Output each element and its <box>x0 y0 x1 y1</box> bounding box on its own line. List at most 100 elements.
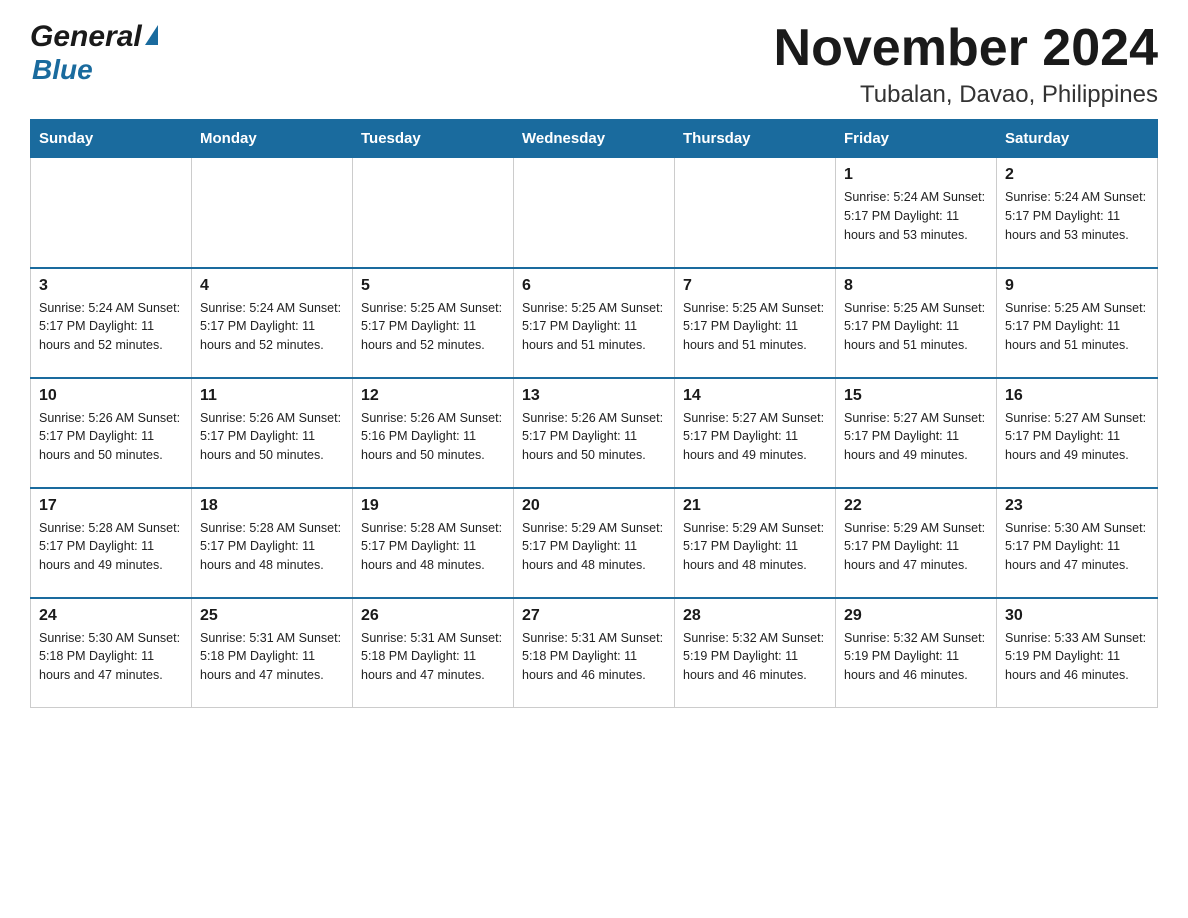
day-info: Sunrise: 5:31 AM Sunset: 5:18 PM Dayligh… <box>200 629 344 685</box>
calendar-day-cell: 17 Sunrise: 5:28 AM Sunset: 5:17 PM Dayli… <box>31 488 192 598</box>
calendar-day-cell: 30 Sunrise: 5:33 AM Sunset: 5:19 PM Dayli… <box>997 598 1158 708</box>
day-number: 26 <box>361 607 505 625</box>
title-section: November 2024 Tubalan, Davao, Philippine… <box>774 20 1158 109</box>
day-number: 15 <box>844 387 988 405</box>
calendar-day-cell <box>31 158 192 268</box>
day-number: 18 <box>200 497 344 515</box>
day-header-saturday: Saturday <box>997 120 1158 158</box>
calendar-day-cell <box>514 158 675 268</box>
day-header-friday: Friday <box>836 120 997 158</box>
day-info: Sunrise: 5:26 AM Sunset: 5:17 PM Dayligh… <box>522 409 666 465</box>
day-info: Sunrise: 5:25 AM Sunset: 5:17 PM Dayligh… <box>522 299 666 355</box>
calendar-day-cell: 29 Sunrise: 5:32 AM Sunset: 5:19 PM Dayli… <box>836 598 997 708</box>
day-header-thursday: Thursday <box>675 120 836 158</box>
calendar-day-cell: 18 Sunrise: 5:28 AM Sunset: 5:17 PM Dayli… <box>192 488 353 598</box>
calendar-day-cell: 3 Sunrise: 5:24 AM Sunset: 5:17 PM Daylig… <box>31 268 192 378</box>
calendar-day-cell: 11Sunrise: 5:26 AM Sunset: 5:17 PM Dayli… <box>192 378 353 488</box>
day-number: 19 <box>361 497 505 515</box>
day-info: Sunrise: 5:28 AM Sunset: 5:17 PM Dayligh… <box>200 519 344 575</box>
day-number: 25 <box>200 607 344 625</box>
calendar-header-row: SundayMondayTuesdayWednesdayThursdayFrid… <box>31 120 1158 158</box>
day-number: 24 <box>39 607 183 625</box>
calendar-day-cell: 26Sunrise: 5:31 AM Sunset: 5:18 PM Dayli… <box>353 598 514 708</box>
day-number: 6 <box>522 277 666 295</box>
calendar-week-row: 24 Sunrise: 5:30 AM Sunset: 5:18 PM Dayli… <box>31 598 1158 708</box>
day-header-wednesday: Wednesday <box>514 120 675 158</box>
calendar-day-cell <box>192 158 353 268</box>
calendar-day-cell <box>353 158 514 268</box>
day-number: 14 <box>683 387 827 405</box>
logo-general: General <box>30 20 142 54</box>
day-header-monday: Monday <box>192 120 353 158</box>
day-info: Sunrise: 5:28 AM Sunset: 5:17 PM Dayligh… <box>361 519 505 575</box>
calendar-day-cell: 13Sunrise: 5:26 AM Sunset: 5:17 PM Dayli… <box>514 378 675 488</box>
day-info: Sunrise: 5:31 AM Sunset: 5:18 PM Dayligh… <box>522 629 666 685</box>
day-number: 11 <box>200 387 344 405</box>
day-number: 10 <box>39 387 183 405</box>
calendar-day-cell: 19 Sunrise: 5:28 AM Sunset: 5:17 PM Dayli… <box>353 488 514 598</box>
calendar-day-cell: 21 Sunrise: 5:29 AM Sunset: 5:17 PM Dayli… <box>675 488 836 598</box>
day-info: Sunrise: 5:29 AM Sunset: 5:17 PM Dayligh… <box>683 519 827 575</box>
day-number: 17 <box>39 497 183 515</box>
calendar-day-cell: 24 Sunrise: 5:30 AM Sunset: 5:18 PM Dayli… <box>31 598 192 708</box>
calendar-day-cell: 4 Sunrise: 5:24 AM Sunset: 5:17 PM Daylig… <box>192 268 353 378</box>
day-number: 4 <box>200 277 344 295</box>
location-title: Tubalan, Davao, Philippines <box>774 81 1158 109</box>
day-number: 2 <box>1005 166 1149 184</box>
month-title: November 2024 <box>774 20 1158 77</box>
calendar-day-cell: 23 Sunrise: 5:30 AM Sunset: 5:17 PM Dayli… <box>997 488 1158 598</box>
day-info: Sunrise: 5:32 AM Sunset: 5:19 PM Dayligh… <box>844 629 988 685</box>
day-info: Sunrise: 5:24 AM Sunset: 5:17 PM Dayligh… <box>200 299 344 355</box>
day-number: 3 <box>39 277 183 295</box>
day-info: Sunrise: 5:27 AM Sunset: 5:17 PM Dayligh… <box>1005 409 1149 465</box>
day-info: Sunrise: 5:25 AM Sunset: 5:17 PM Dayligh… <box>683 299 827 355</box>
calendar-week-row: 3 Sunrise: 5:24 AM Sunset: 5:17 PM Daylig… <box>31 268 1158 378</box>
day-info: Sunrise: 5:27 AM Sunset: 5:17 PM Dayligh… <box>844 409 988 465</box>
day-number: 23 <box>1005 497 1149 515</box>
day-info: Sunrise: 5:25 AM Sunset: 5:17 PM Dayligh… <box>844 299 988 355</box>
calendar-day-cell: 14 Sunrise: 5:27 AM Sunset: 5:17 PM Dayli… <box>675 378 836 488</box>
logo-blue: Blue <box>32 54 158 86</box>
day-info: Sunrise: 5:32 AM Sunset: 5:19 PM Dayligh… <box>683 629 827 685</box>
day-number: 8 <box>844 277 988 295</box>
calendar-day-cell: 2Sunrise: 5:24 AM Sunset: 5:17 PM Daylig… <box>997 158 1158 268</box>
calendar-day-cell: 27 Sunrise: 5:31 AM Sunset: 5:18 PM Dayli… <box>514 598 675 708</box>
day-number: 21 <box>683 497 827 515</box>
day-info: Sunrise: 5:27 AM Sunset: 5:17 PM Dayligh… <box>683 409 827 465</box>
calendar-day-cell: 20Sunrise: 5:29 AM Sunset: 5:17 PM Dayli… <box>514 488 675 598</box>
calendar-day-cell: 22Sunrise: 5:29 AM Sunset: 5:17 PM Dayli… <box>836 488 997 598</box>
calendar-week-row: 1Sunrise: 5:24 AM Sunset: 5:17 PM Daylig… <box>31 158 1158 268</box>
day-info: Sunrise: 5:33 AM Sunset: 5:19 PM Dayligh… <box>1005 629 1149 685</box>
day-number: 29 <box>844 607 988 625</box>
day-number: 16 <box>1005 387 1149 405</box>
day-number: 22 <box>844 497 988 515</box>
calendar-day-cell: 1Sunrise: 5:24 AM Sunset: 5:17 PM Daylig… <box>836 158 997 268</box>
day-info: Sunrise: 5:24 AM Sunset: 5:17 PM Dayligh… <box>39 299 183 355</box>
calendar-day-cell: 28 Sunrise: 5:32 AM Sunset: 5:19 PM Dayli… <box>675 598 836 708</box>
day-number: 30 <box>1005 607 1149 625</box>
page-header: General Blue November 2024 Tubalan, Dava… <box>30 20 1158 109</box>
calendar-day-cell: 8 Sunrise: 5:25 AM Sunset: 5:17 PM Daylig… <box>836 268 997 378</box>
day-info: Sunrise: 5:28 AM Sunset: 5:17 PM Dayligh… <box>39 519 183 575</box>
logo: General Blue <box>30 20 158 86</box>
day-number: 9 <box>1005 277 1149 295</box>
day-info: Sunrise: 5:26 AM Sunset: 5:17 PM Dayligh… <box>39 409 183 465</box>
calendar-week-row: 17 Sunrise: 5:28 AM Sunset: 5:17 PM Dayli… <box>31 488 1158 598</box>
day-info: Sunrise: 5:29 AM Sunset: 5:17 PM Dayligh… <box>522 519 666 575</box>
calendar-table: SundayMondayTuesdayWednesdayThursdayFrid… <box>30 119 1158 708</box>
calendar-day-cell: 10 Sunrise: 5:26 AM Sunset: 5:17 PM Dayli… <box>31 378 192 488</box>
day-info: Sunrise: 5:30 AM Sunset: 5:18 PM Dayligh… <box>39 629 183 685</box>
calendar-day-cell: 7 Sunrise: 5:25 AM Sunset: 5:17 PM Daylig… <box>675 268 836 378</box>
day-info: Sunrise: 5:30 AM Sunset: 5:17 PM Dayligh… <box>1005 519 1149 575</box>
day-number: 7 <box>683 277 827 295</box>
calendar-day-cell: 25 Sunrise: 5:31 AM Sunset: 5:18 PM Dayli… <box>192 598 353 708</box>
calendar-day-cell: 9 Sunrise: 5:25 AM Sunset: 5:17 PM Daylig… <box>997 268 1158 378</box>
day-number: 27 <box>522 607 666 625</box>
calendar-week-row: 10 Sunrise: 5:26 AM Sunset: 5:17 PM Dayli… <box>31 378 1158 488</box>
day-header-tuesday: Tuesday <box>353 120 514 158</box>
logo-triangle-icon <box>145 25 158 45</box>
day-number: 28 <box>683 607 827 625</box>
day-header-sunday: Sunday <box>31 120 192 158</box>
calendar-day-cell: 15 Sunrise: 5:27 AM Sunset: 5:17 PM Dayli… <box>836 378 997 488</box>
day-info: Sunrise: 5:25 AM Sunset: 5:17 PM Dayligh… <box>1005 299 1149 355</box>
